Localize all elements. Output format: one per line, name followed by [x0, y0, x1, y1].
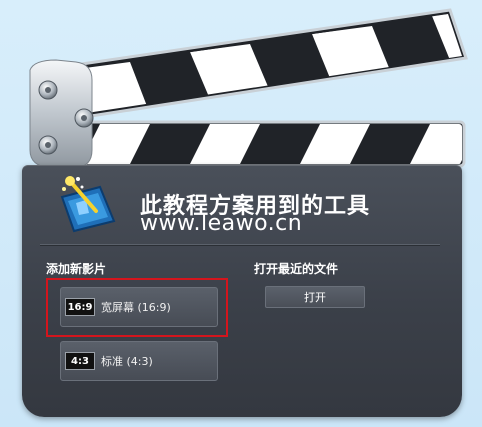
recent-files-label: 打开最近的文件 [254, 262, 339, 276]
standard-label: 标准 (4:3) [101, 355, 153, 368]
open-button[interactable]: 打开 [265, 286, 365, 308]
standard-button[interactable]: 4:3 标准 (4:3) [60, 341, 218, 381]
video-wand-icon [60, 176, 116, 233]
new-video-label: 添加新影片 [46, 262, 107, 276]
aspect-badge-4-3: 4:3 [65, 352, 95, 370]
widescreen-label: 宽屏幕 (16:9) [101, 301, 171, 314]
clapperboard-window: 此教程方案用到的工具 www.leawo.cn 添加新影片 打开最近的文件 16… [0, 0, 482, 427]
divider [40, 244, 440, 245]
aspect-badge-16-9: 16:9 [65, 298, 95, 316]
widescreen-button[interactable]: 16:9 宽屏幕 (16:9) [60, 287, 218, 327]
site-url: www.leawo.cn [140, 211, 303, 236]
